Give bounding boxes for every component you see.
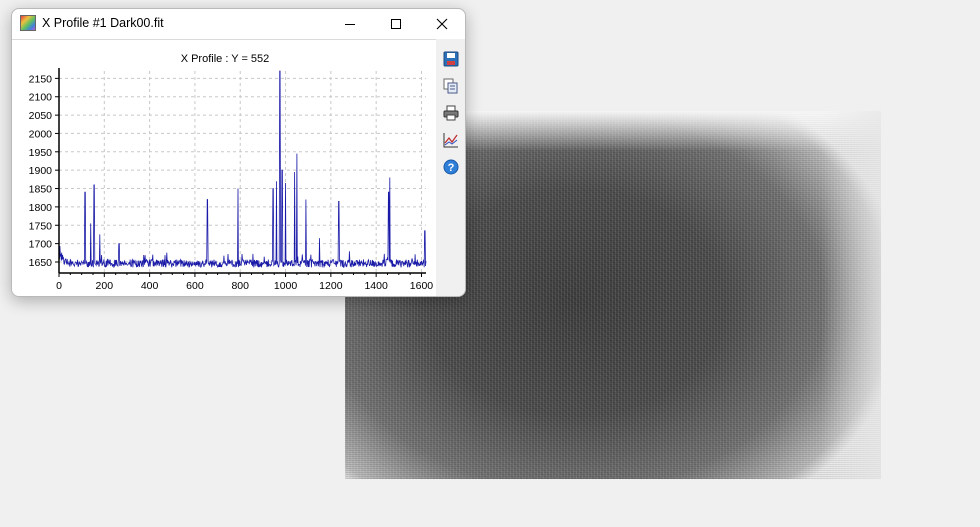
- x-tick-label: 800: [231, 280, 249, 292]
- title-bar[interactable]: X Profile #1 Dark00.fit: [12, 9, 465, 39]
- x-profile-window[interactable]: X Profile #1 Dark00.fit X Profile : Y = …: [11, 8, 466, 297]
- help-button[interactable]: ?: [440, 156, 462, 178]
- profile-series-line: [58, 70, 427, 269]
- save-icon: [443, 51, 459, 67]
- x-tick-label: 200: [96, 280, 114, 292]
- y-tick-label: 1700: [29, 239, 53, 251]
- window-title: X Profile #1 Dark00.fit: [42, 16, 164, 30]
- x-tick-label: 1000: [274, 280, 298, 292]
- chart-options-button[interactable]: [440, 129, 462, 151]
- x-tick-label: 1400: [364, 280, 388, 292]
- print-icon: [443, 105, 459, 121]
- maximize-button[interactable]: [373, 9, 419, 39]
- y-tick-label: 1950: [29, 147, 53, 159]
- maximize-icon: [391, 19, 401, 29]
- y-tick-label: 2100: [29, 92, 53, 104]
- x-tick-label: 0: [56, 280, 62, 292]
- profile-chart-svg: X Profile : Y = 552 0 200 400 600 800 1000 1200…: [29, 53, 434, 292]
- y-tick-label: 2150: [29, 73, 53, 85]
- chart-options-icon: [443, 133, 458, 148]
- x-tick-label: 1600: [410, 280, 434, 292]
- app-icon: [20, 15, 36, 31]
- y-tick-label: 2050: [29, 110, 53, 122]
- chart-title: X Profile : Y = 552: [181, 53, 270, 65]
- copy-button[interactable]: [440, 75, 462, 97]
- x-tick-label: 600: [186, 280, 204, 292]
- y-tick-label: 1750: [29, 220, 53, 232]
- x-tick-label: 1200: [319, 280, 343, 292]
- close-button[interactable]: [419, 9, 465, 39]
- minimize-button[interactable]: [327, 9, 373, 39]
- y-tick-label: 1800: [29, 202, 53, 214]
- y-tick-label: 1850: [29, 184, 53, 196]
- save-button[interactable]: [440, 48, 462, 70]
- y-tick-label: 2000: [29, 128, 53, 140]
- help-icon: ?: [443, 159, 459, 175]
- y-tick-label: 1650: [29, 257, 53, 269]
- minimize-icon: [345, 24, 355, 25]
- y-tick-label: 1900: [29, 165, 53, 177]
- image-right-vignette: [821, 111, 881, 479]
- profile-chart[interactable]: X Profile : Y = 552 0 200 400 600 800 1000 1200…: [12, 39, 436, 296]
- svg-text:?: ?: [448, 162, 455, 174]
- close-icon: [436, 18, 448, 30]
- print-button[interactable]: [440, 102, 462, 124]
- x-tick-label: 400: [141, 280, 159, 292]
- side-toolbar: ?: [436, 39, 465, 296]
- copy-icon: [443, 78, 458, 94]
